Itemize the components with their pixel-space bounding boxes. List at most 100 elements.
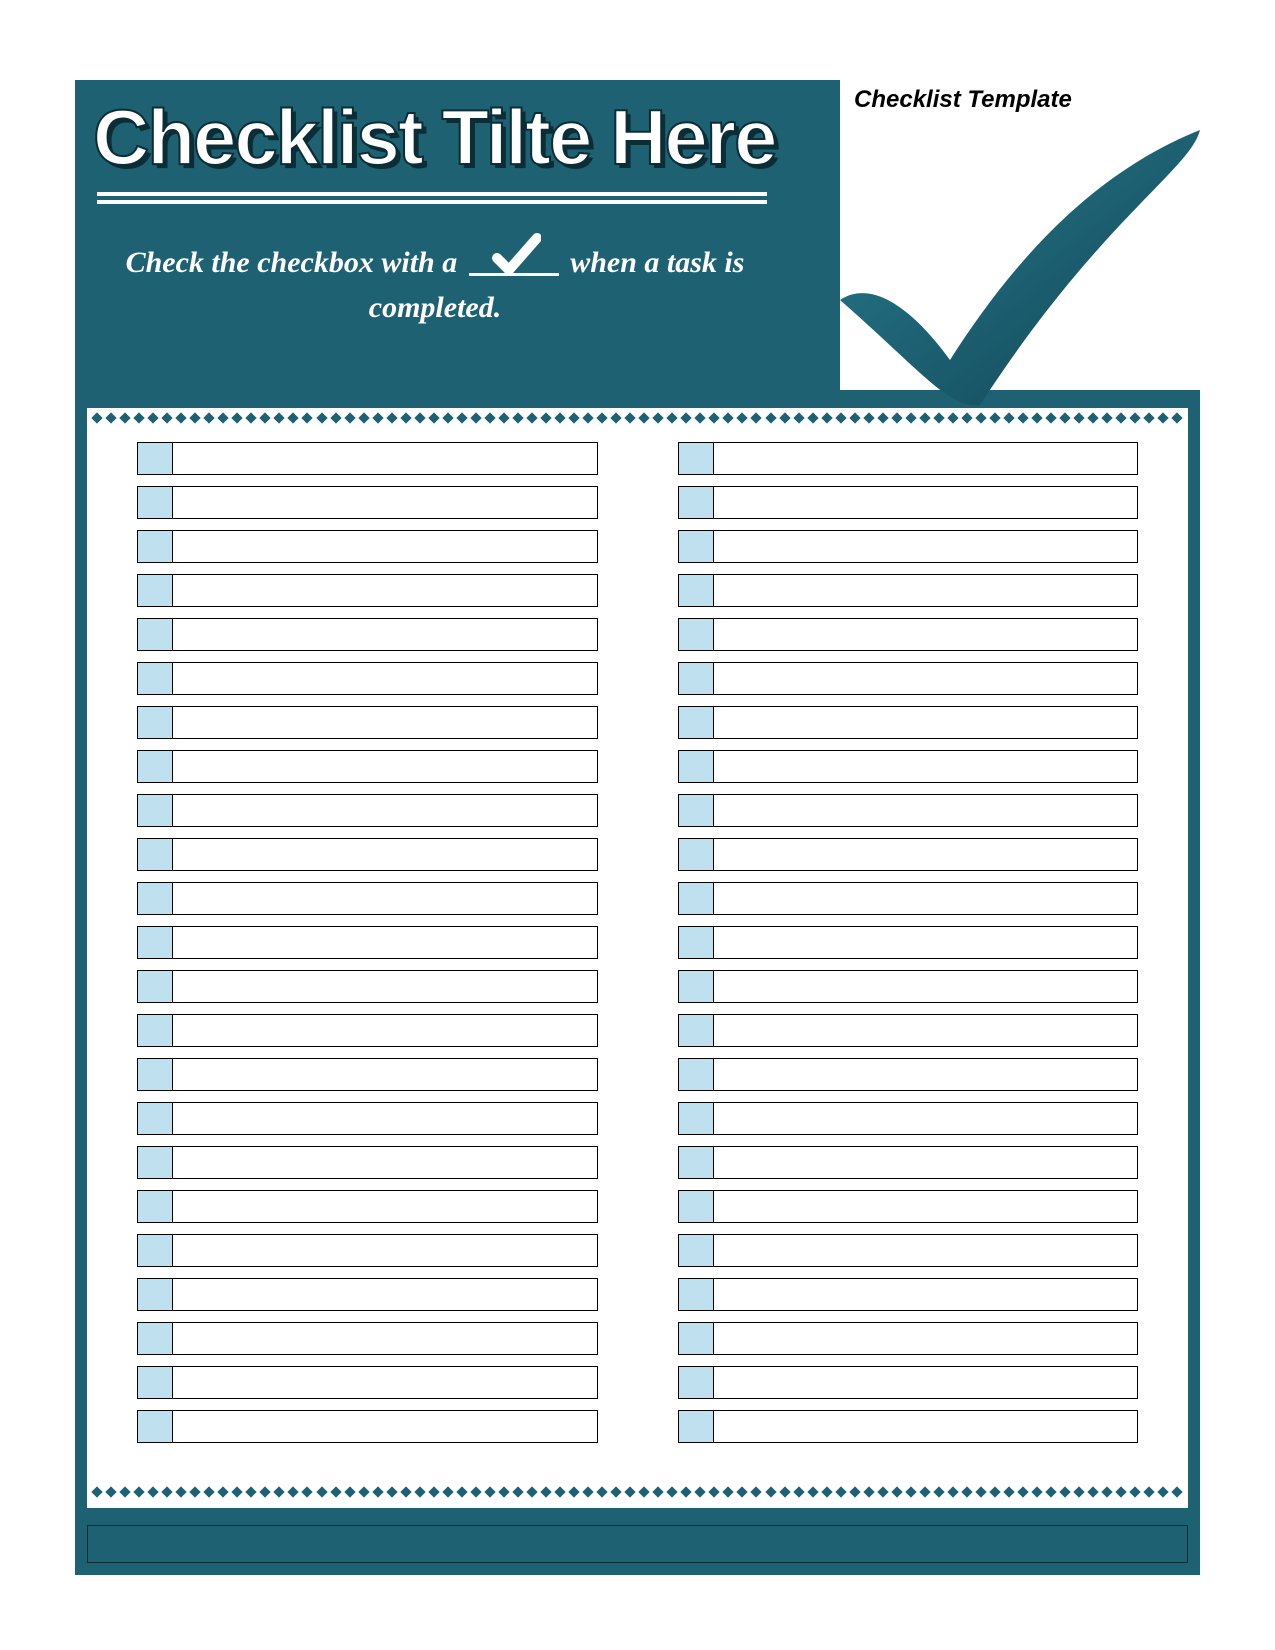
checklist-checkbox[interactable] [137, 1366, 173, 1399]
checklist-item-text[interactable] [173, 442, 598, 475]
checklist-checkbox[interactable] [678, 1102, 714, 1135]
checklist-checkbox[interactable] [678, 1014, 714, 1047]
checklist-item-text[interactable] [714, 1014, 1139, 1047]
checklist-item-text[interactable] [173, 1366, 598, 1399]
checklist-checkbox[interactable] [678, 1278, 714, 1311]
checklist-item-text[interactable] [173, 882, 598, 915]
checklist-checkbox[interactable] [678, 1190, 714, 1223]
checklist-item-text[interactable] [173, 1322, 598, 1355]
diamond-icon [260, 1486, 271, 1497]
checklist-checkbox[interactable] [678, 1146, 714, 1179]
checklist-checkbox[interactable] [137, 1190, 173, 1223]
checklist-checkbox[interactable] [137, 662, 173, 695]
checklist-checkbox[interactable] [678, 838, 714, 871]
checklist-item-text[interactable] [714, 1366, 1139, 1399]
checklist-checkbox[interactable] [678, 442, 714, 475]
checklist-checkbox[interactable] [678, 486, 714, 519]
checklist-item-text[interactable] [173, 1410, 598, 1443]
checklist-item-text[interactable] [173, 794, 598, 827]
checklist-item-text[interactable] [714, 442, 1139, 475]
checklist-checkbox[interactable] [678, 574, 714, 607]
checklist-item-text[interactable] [714, 794, 1139, 827]
checklist-checkbox[interactable] [137, 794, 173, 827]
checklist-item-text[interactable] [714, 486, 1139, 519]
checklist-item-text[interactable] [173, 706, 598, 739]
checklist-checkbox[interactable] [678, 662, 714, 695]
checklist-checkbox[interactable] [137, 1278, 173, 1311]
checklist-checkbox[interactable] [137, 618, 173, 651]
checklist-item-text[interactable] [173, 838, 598, 871]
checklist-checkbox[interactable] [137, 530, 173, 563]
checklist-item-text[interactable] [714, 882, 1139, 915]
checklist-item-text[interactable] [173, 1190, 598, 1223]
checklist-item-text[interactable] [714, 1102, 1139, 1135]
diamond-icon [554, 412, 565, 423]
checklist-item-text[interactable] [173, 1058, 598, 1091]
checklist-item-text[interactable] [173, 1234, 598, 1267]
diamond-icon [681, 412, 692, 423]
checklist-checkbox[interactable] [137, 882, 173, 915]
checklist-item-text[interactable] [173, 486, 598, 519]
checklist-item-text[interactable] [173, 1014, 598, 1047]
checklist-item-text[interactable] [173, 618, 598, 651]
checklist-item-text[interactable] [714, 1146, 1139, 1179]
checklist-checkbox[interactable] [137, 1234, 173, 1267]
checklist-checkbox[interactable] [137, 442, 173, 475]
diamond-icon [863, 1486, 874, 1497]
diamond-icon [246, 412, 257, 423]
checklist-checkbox[interactable] [678, 1410, 714, 1443]
checklist-checkbox[interactable] [678, 530, 714, 563]
checklist-item-text[interactable] [173, 574, 598, 607]
checklist-checkbox[interactable] [678, 618, 714, 651]
checklist-checkbox[interactable] [137, 1322, 173, 1355]
checklist-item-text[interactable] [714, 838, 1139, 871]
checklist-checkbox[interactable] [137, 838, 173, 871]
checklist-checkbox[interactable] [678, 1234, 714, 1267]
checklist-item-text[interactable] [173, 1102, 598, 1135]
checklist-item-text[interactable] [714, 926, 1139, 959]
checklist-item-text[interactable] [714, 1278, 1139, 1311]
checklist-item-text[interactable] [714, 970, 1139, 1003]
checklist-checkbox[interactable] [137, 486, 173, 519]
diamond-icon [386, 412, 397, 423]
checklist-checkbox[interactable] [678, 1322, 714, 1355]
checklist-item-text[interactable] [714, 618, 1139, 651]
checklist-checkbox[interactable] [137, 1014, 173, 1047]
checklist-checkbox[interactable] [137, 926, 173, 959]
checklist-item-text[interactable] [173, 750, 598, 783]
checklist-item-text[interactable] [173, 970, 598, 1003]
checklist-checkbox[interactable] [137, 750, 173, 783]
checklist-checkbox[interactable] [678, 1366, 714, 1399]
checklist-item-text[interactable] [714, 1234, 1139, 1267]
checklist-item-text[interactable] [173, 662, 598, 695]
checklist-checkbox[interactable] [678, 1058, 714, 1091]
instruction-text: Check the checkbox with a when a task is… [125, 240, 745, 330]
checklist-item-text[interactable] [714, 530, 1139, 563]
checklist-item-text[interactable] [714, 574, 1139, 607]
checklist-item-text[interactable] [714, 1322, 1139, 1355]
checklist-item-text[interactable] [173, 1146, 598, 1179]
checklist-checkbox[interactable] [137, 574, 173, 607]
checklist-item-text[interactable] [714, 662, 1139, 695]
checklist-item-text[interactable] [714, 1058, 1139, 1091]
checklist-checkbox[interactable] [137, 970, 173, 1003]
checklist-item-text[interactable] [714, 706, 1139, 739]
checklist-checkbox[interactable] [678, 970, 714, 1003]
checklist-item-text[interactable] [173, 1278, 598, 1311]
checklist-checkbox[interactable] [137, 1146, 173, 1179]
checklist-item-text[interactable] [173, 926, 598, 959]
checklist-checkbox[interactable] [137, 1102, 173, 1135]
checklist-checkbox[interactable] [678, 750, 714, 783]
checklist-checkbox[interactable] [137, 1410, 173, 1443]
checklist-checkbox[interactable] [137, 1058, 173, 1091]
checklist-checkbox[interactable] [137, 706, 173, 739]
checklist-checkbox[interactable] [678, 706, 714, 739]
checklist-checkbox[interactable] [678, 926, 714, 959]
checklist-item-text[interactable] [714, 1410, 1139, 1443]
checklist-checkbox[interactable] [678, 794, 714, 827]
checklist-item-text[interactable] [173, 530, 598, 563]
checklist-item-text[interactable] [714, 750, 1139, 783]
diamond-icon [302, 412, 313, 423]
checklist-checkbox[interactable] [678, 882, 714, 915]
checklist-item-text[interactable] [714, 1190, 1139, 1223]
